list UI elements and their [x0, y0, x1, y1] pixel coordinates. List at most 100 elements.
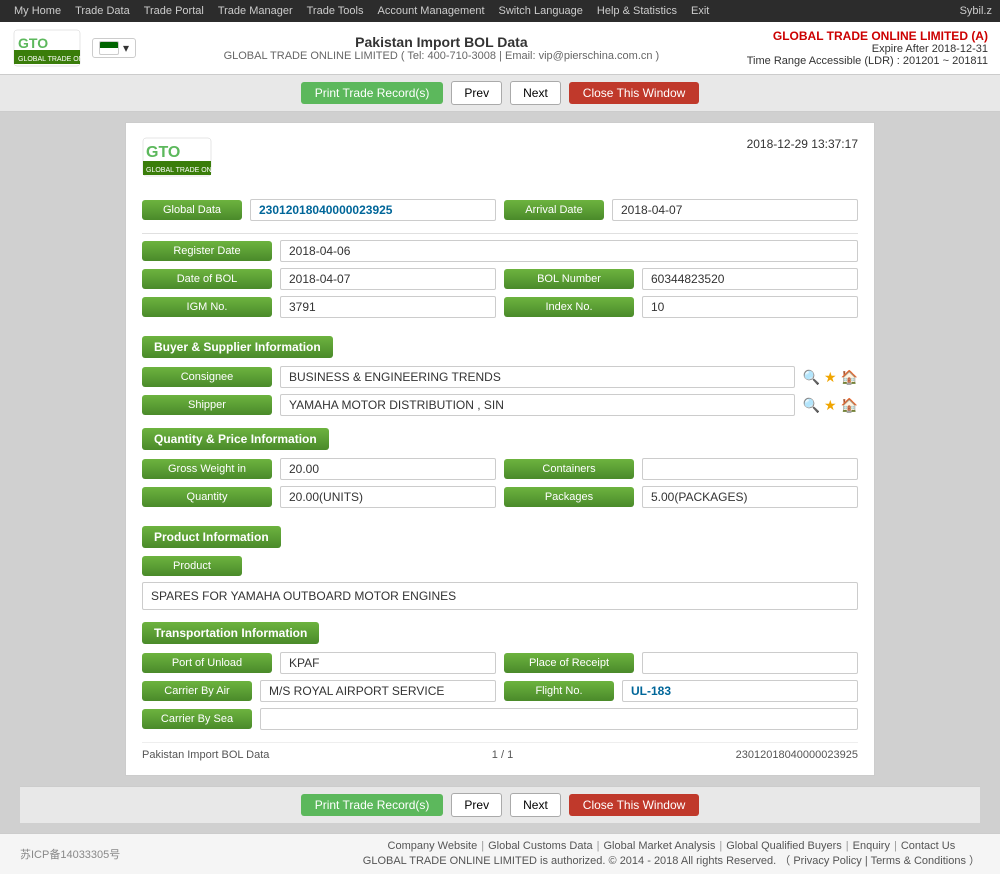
nav-exit[interactable]: Exit: [685, 3, 715, 19]
nav-help-statistics[interactable]: Help & Statistics: [591, 3, 683, 19]
footer-link-buyers[interactable]: Global Qualified Buyers: [726, 840, 842, 852]
global-data-label: Global Data: [142, 200, 242, 220]
nav-account-management[interactable]: Account Management: [372, 3, 491, 19]
register-date-value: 2018-04-06: [280, 240, 858, 262]
shipper-value: YAMAHA MOTOR DISTRIBUTION , SIN: [280, 394, 795, 416]
prev-button-bottom[interactable]: Prev: [451, 793, 502, 817]
bol-number-col: BOL Number 60344823520: [504, 268, 858, 296]
buyer-supplier-header: Buyer & Supplier Information: [142, 336, 333, 358]
port-receipt-row: Port of Unload KPAF Place of Receipt: [142, 652, 858, 680]
flight-no-label: Flight No.: [504, 681, 614, 701]
header-bar: GTO GLOBAL TRADE ONLINE ▾ Pakistan Impor…: [0, 22, 1000, 75]
print-button-bottom[interactable]: Print Trade Record(s): [301, 794, 444, 816]
header-right: GLOBAL TRADE ONLINE LIMITED (A) Expire A…: [747, 29, 988, 67]
product-label: Product: [142, 556, 242, 576]
footer-link-company[interactable]: Company Website: [388, 840, 478, 852]
gto-logo: GTO GLOBAL TRADE ONLINE: [12, 28, 82, 68]
containers-value: [642, 458, 858, 480]
global-data-row: Global Data 23012018040000023925 Arrival…: [142, 199, 858, 221]
consignee-star-icon[interactable]: ★: [824, 369, 837, 386]
gross-weight-value: 20.00: [280, 458, 496, 480]
nav-trade-tools[interactable]: Trade Tools: [301, 3, 370, 19]
prev-button-top[interactable]: Prev: [451, 81, 502, 105]
packages-value: 5.00(PACKAGES): [642, 486, 858, 508]
pakistan-flag: [99, 41, 119, 55]
bol-number-label: BOL Number: [504, 269, 634, 289]
flight-no-col: Flight No. UL-183: [504, 680, 858, 708]
sep-1: |: [481, 840, 484, 852]
carrier-air-col: Carrier By Air M/S ROYAL AIRPORT SERVICE: [142, 680, 496, 708]
nav-trade-portal[interactable]: Trade Portal: [138, 3, 210, 19]
footer-link-contact[interactable]: Contact Us: [901, 840, 955, 852]
flag-selector[interactable]: ▾: [92, 38, 136, 58]
quantity-price-section: Quantity & Price Information Gross Weigh…: [142, 428, 858, 514]
carrier-air-value: M/S ROYAL AIRPORT SERVICE: [260, 680, 496, 702]
record-gto-logo: GTO GLOBAL TRADE ONLINE LIMITED: [142, 137, 242, 187]
place-receipt-label: Place of Receipt: [504, 653, 634, 673]
carrier-by-air-row: Carrier By Air M/S ROYAL AIRPORT SERVICE: [142, 680, 496, 702]
date-bol-value: 2018-04-07: [280, 268, 496, 290]
footer-link-customs[interactable]: Global Customs Data: [488, 840, 593, 852]
consignee-icons: 🔍 ★ 🏠: [803, 369, 858, 386]
header-left: GTO GLOBAL TRADE ONLINE ▾: [12, 28, 136, 68]
shipper-label: Shipper: [142, 395, 272, 415]
consignee-home-icon[interactable]: 🏠: [841, 369, 858, 386]
carrier-air-row: Carrier By Air M/S ROYAL AIRPORT SERVICE…: [142, 680, 858, 708]
igm-col: IGM No. 3791: [142, 296, 496, 324]
expire-date: Expire After 2018-12-31: [747, 43, 988, 55]
consignee-row: Consignee BUSINESS & ENGINEERING TRENDS …: [142, 366, 858, 388]
print-button-top[interactable]: Print Trade Record(s): [301, 82, 444, 104]
bol-row: Date of BOL 2018-04-07 BOL Number 603448…: [142, 268, 858, 296]
containers-label: Containers: [504, 459, 634, 479]
card-footer: Pakistan Import BOL Data 1 / 1 230120180…: [142, 742, 858, 761]
close-button-bottom[interactable]: Close This Window: [569, 794, 699, 816]
footer-left-text: Pakistan Import BOL Data: [142, 749, 269, 761]
port-unload-value: KPAF: [280, 652, 496, 674]
place-receipt-row: Place of Receipt: [504, 652, 858, 674]
consignee-search-icon[interactable]: 🔍: [803, 369, 820, 386]
header-title-area: Pakistan Import BOL Data GLOBAL TRADE ON…: [224, 34, 660, 62]
flag-arrow: ▾: [123, 41, 129, 55]
gross-weight-label: Gross Weight in: [142, 459, 272, 479]
shipper-home-icon[interactable]: 🏠: [841, 397, 858, 414]
svg-text:GTO: GTO: [146, 144, 180, 161]
close-button-top[interactable]: Close This Window: [569, 82, 699, 104]
sep-2: |: [597, 840, 600, 852]
record-timestamp: 2018-12-29 13:37:17: [747, 137, 858, 151]
nav-trade-data[interactable]: Trade Data: [69, 3, 136, 19]
footer-right-text: 23012018040000023925: [736, 749, 858, 761]
shipper-search-icon[interactable]: 🔍: [803, 397, 820, 414]
product-section: Product Information Product SPARES FOR Y…: [142, 526, 858, 610]
nav-my-home[interactable]: My Home: [8, 3, 67, 19]
nav-trade-manager[interactable]: Trade Manager: [212, 3, 299, 19]
shipper-star-icon[interactable]: ★: [824, 397, 837, 414]
port-unload-label: Port of Unload: [142, 653, 272, 673]
global-data-value: 23012018040000023925: [250, 199, 496, 221]
footer-link-market[interactable]: Global Market Analysis: [603, 840, 715, 852]
quantity-label: Quantity: [142, 487, 272, 507]
index-value: 10: [642, 296, 858, 318]
date-bol-label: Date of BOL: [142, 269, 272, 289]
packages-label: Packages: [504, 487, 634, 507]
next-button-bottom[interactable]: Next: [510, 793, 561, 817]
top-toolbar: Print Trade Record(s) Prev Next Close Th…: [0, 75, 1000, 112]
nav-switch-language[interactable]: Switch Language: [493, 3, 589, 19]
transport-section-header: Transportation Information: [142, 622, 319, 644]
page-footer: 苏ICP备14033305号 Company Website | Global …: [0, 833, 1000, 874]
next-button-top[interactable]: Next: [510, 81, 561, 105]
buyer-supplier-section: Buyer & Supplier Information Consignee B…: [142, 336, 858, 416]
containers-row: Containers: [504, 458, 858, 480]
qty-packages-row: Quantity 20.00(UNITS) Packages 5.00(PACK…: [142, 486, 858, 514]
packages-col: Packages 5.00(PACKAGES): [504, 486, 858, 514]
place-receipt-value: [642, 652, 858, 674]
date-bol-col: Date of BOL 2018-04-07: [142, 268, 496, 296]
register-date-label: Register Date: [142, 241, 272, 261]
date-section: Register Date 2018-04-06 Date of BOL 201…: [142, 240, 858, 324]
footer-link-enquiry[interactable]: Enquiry: [853, 840, 890, 852]
carrier-air-label: Carrier By Air: [142, 681, 252, 701]
product-section-header: Product Information: [142, 526, 281, 548]
logo: GTO GLOBAL TRADE ONLINE: [12, 28, 82, 68]
record-logo: GTO GLOBAL TRADE ONLINE LIMITED: [142, 137, 242, 187]
carrier-sea-value: [260, 708, 858, 730]
record-header: GTO GLOBAL TRADE ONLINE LIMITED 2018-12-…: [142, 137, 858, 187]
